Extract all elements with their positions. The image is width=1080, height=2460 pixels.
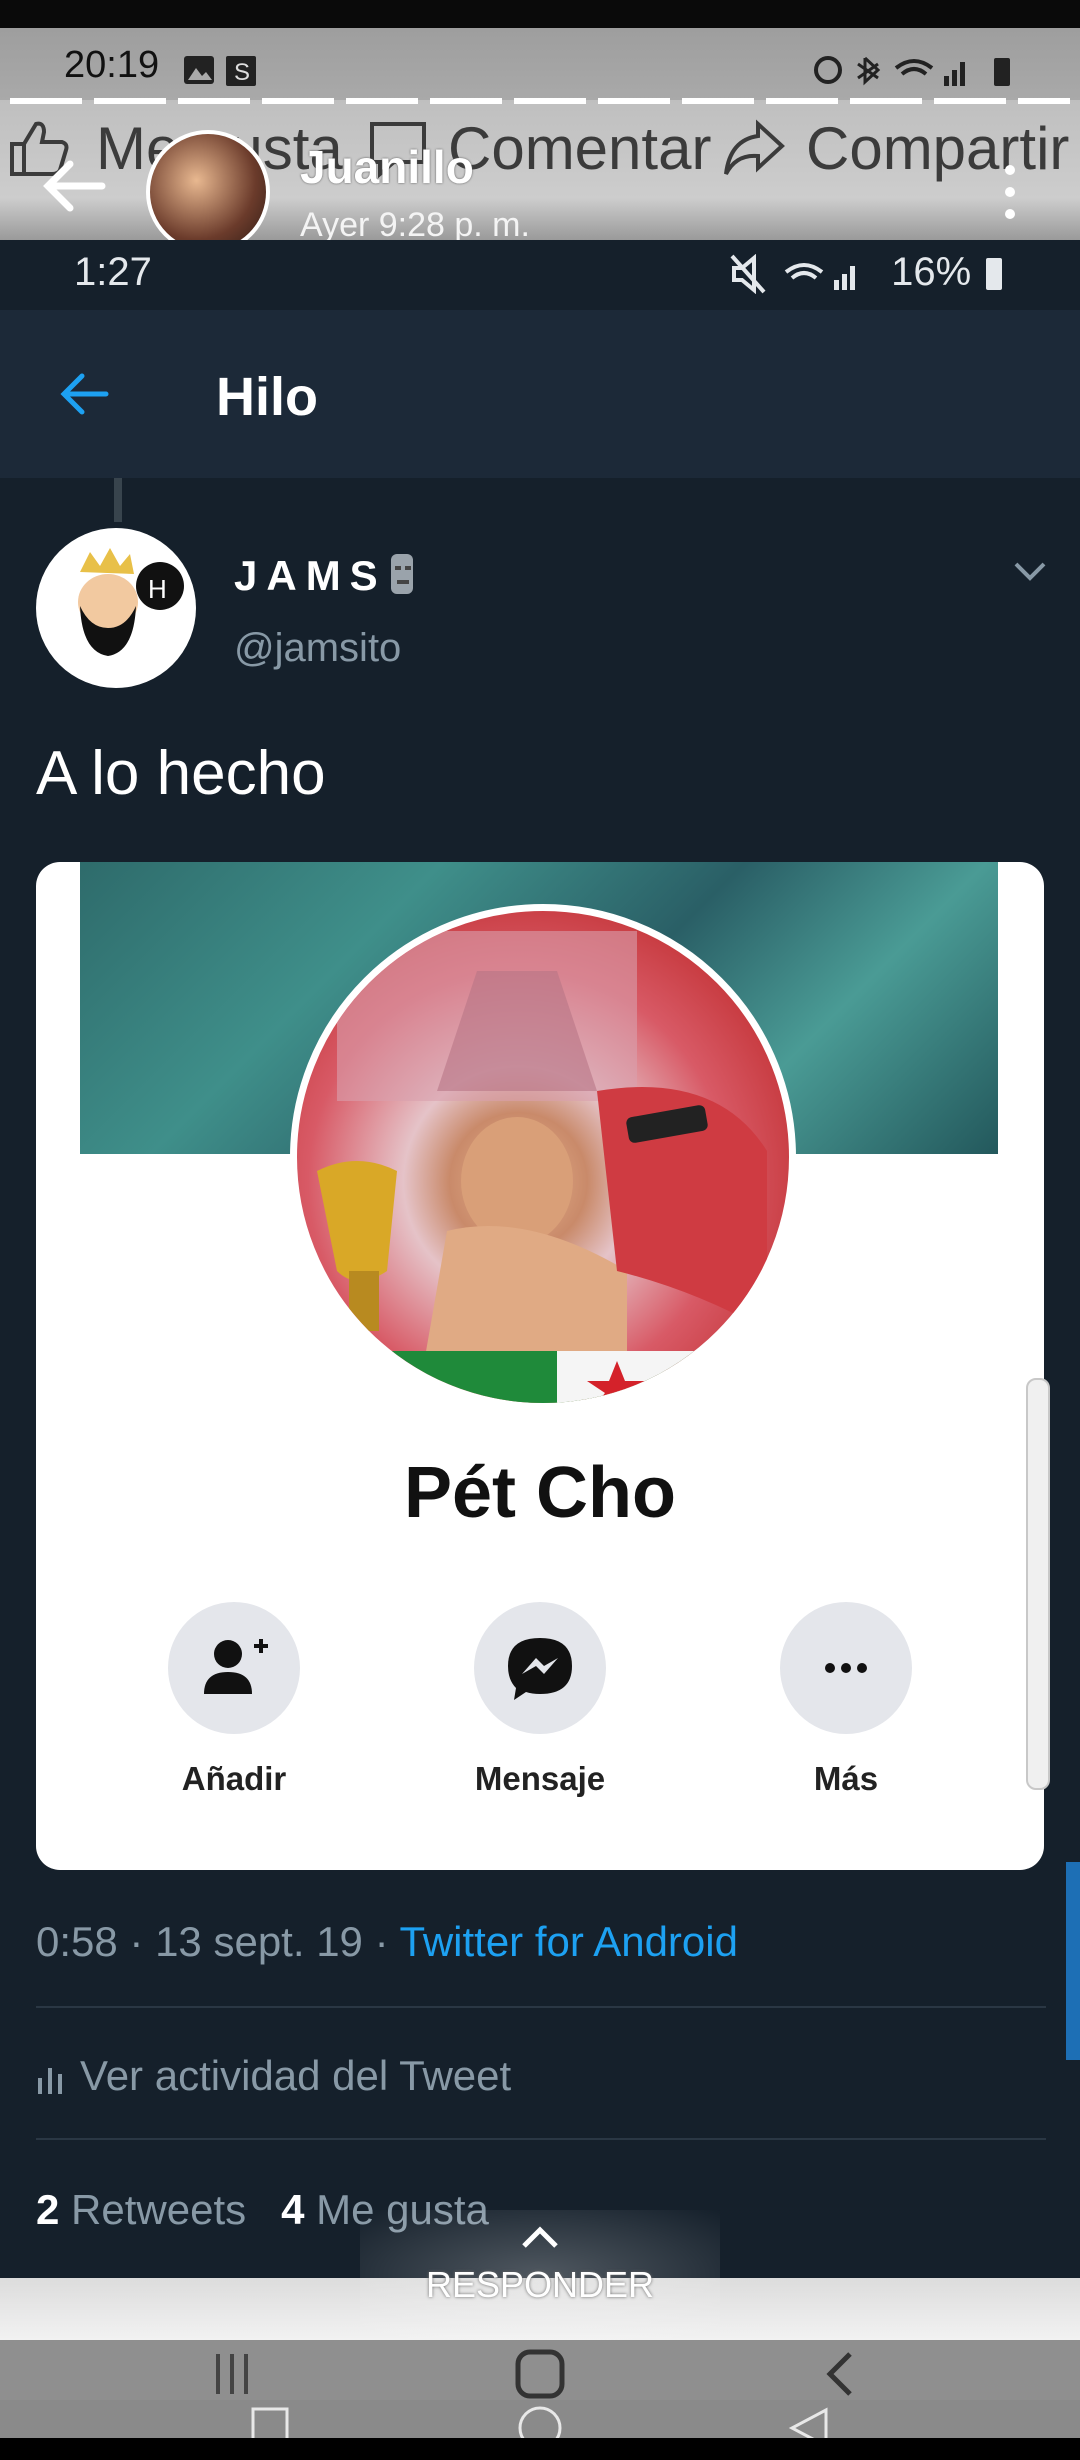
sender-name: Juanillo	[300, 141, 474, 193]
more-icon	[825, 1663, 867, 1673]
divider	[36, 2138, 1046, 2140]
author-handle: @jamsito	[234, 626, 402, 670]
tweet-metadata: 0:58 · 13 sept. 19 · Twitter for Android	[36, 1918, 738, 1965]
profile-picture	[290, 904, 796, 1410]
retweets-label[interactable]: Retweets	[71, 2186, 246, 2233]
edge-highlight	[1066, 1862, 1080, 2060]
sender-avatar[interactable]	[146, 130, 270, 254]
bluetooth-icon	[857, 56, 881, 86]
device-time: 20:19	[64, 44, 160, 86]
tweet-screen-status-icons: 16%	[730, 250, 1008, 295]
tweet-time: 0:58	[36, 1918, 118, 1965]
add-friend-button[interactable]	[168, 1602, 300, 1734]
add-friend-label: Añadir	[181, 1760, 287, 1797]
device-status-icons	[814, 56, 1010, 86]
svg-text:H: H	[148, 574, 167, 604]
battery-icon	[994, 58, 1010, 86]
alarm-icon	[814, 56, 842, 84]
tweet-activity-link[interactable]: Ver actividad del Tweet	[36, 2052, 511, 2100]
bottom-edge	[0, 2438, 1080, 2460]
tweet-activity-label: Ver actividad del Tweet	[80, 2052, 512, 2099]
author-name: JAMS	[234, 552, 421, 600]
signal-icon	[960, 62, 965, 86]
message-button[interactable]	[474, 1602, 606, 1734]
page-title: Hilo	[216, 367, 318, 427]
message-label: Mensaje	[474, 1760, 606, 1797]
chevron-down-icon[interactable]	[1012, 560, 1048, 584]
king-cartoon-avatar: H	[78, 548, 184, 656]
share-label: Compartir	[806, 115, 1070, 182]
back-arrow-icon[interactable]	[36, 150, 108, 222]
chevron-up-icon[interactable]	[518, 2222, 562, 2250]
comment-label: Comentar	[448, 115, 712, 182]
tweet-screen-header	[0, 310, 1080, 478]
divider	[36, 2006, 1046, 2008]
tweet-screen-time: 1:27	[74, 250, 152, 294]
wifi-icon	[894, 59, 934, 76]
add-friend-icon	[204, 1639, 268, 1694]
back-icon[interactable]	[820, 2348, 860, 2400]
more-options-icon[interactable]	[1004, 162, 1016, 222]
more-label: Más	[813, 1760, 879, 1797]
svg-text:S: S	[234, 59, 250, 86]
share-icon	[724, 119, 785, 175]
recent-apps-icon[interactable]	[212, 2350, 252, 2398]
likes-count: 4	[281, 2186, 305, 2233]
tweet-source-link[interactable]: Twitter for Android	[399, 1918, 737, 1965]
thread-line	[114, 478, 122, 522]
activity-chart-icon	[38, 2068, 62, 2094]
notification-icons: S	[184, 56, 256, 86]
scrollbar[interactable]	[1026, 1378, 1050, 1790]
battery-icon	[986, 258, 1003, 291]
retweets-count: 2	[36, 2186, 60, 2233]
back-arrow-icon[interactable]	[56, 366, 112, 422]
tweet-date: 13 sept. 19	[155, 1918, 363, 1965]
profile-photo-content	[317, 931, 767, 1403]
reply-button[interactable]: RESPONDER	[0, 2264, 1080, 2306]
home-icon[interactable]	[512, 2346, 568, 2402]
moai-emoji-icon	[390, 554, 413, 594]
mute-wifi-signal-icons	[730, 254, 855, 295]
tweet-text: A lo hecho	[36, 739, 326, 808]
author-avatar[interactable]: H	[36, 528, 196, 688]
more-button[interactable]	[780, 1602, 912, 1734]
profile-name: Pét Cho	[403, 1453, 676, 1533]
messenger-icon	[508, 1638, 572, 1700]
battery-percent: 16%	[891, 250, 972, 294]
